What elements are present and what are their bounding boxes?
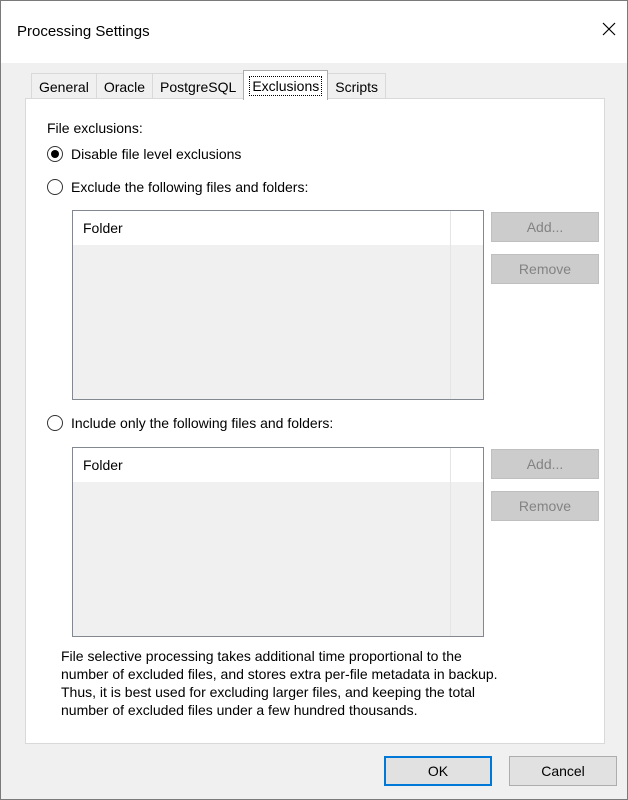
note-line: number of excluded files under a few hun… xyxy=(61,702,418,718)
exclude-add-button[interactable]: Add... xyxy=(491,212,599,242)
exclude-folder-list[interactable]: Folder xyxy=(72,210,484,400)
tab-label: PostgreSQL xyxy=(160,78,237,95)
ok-button[interactable]: OK xyxy=(384,756,492,786)
cancel-button[interactable]: Cancel xyxy=(509,756,617,786)
tab-strip: General Oracle PostgreSQL Exclusions Scr… xyxy=(31,70,387,100)
radio-label: Include only the following files and fol… xyxy=(71,415,334,431)
radio-disable-exclusions[interactable]: Disable file level exclusions xyxy=(47,146,241,162)
tab-postgresql[interactable]: PostgreSQL xyxy=(152,73,245,99)
radio-indicator xyxy=(47,179,63,195)
exclude-remove-button[interactable]: Remove xyxy=(491,254,599,284)
note-line: File selective processing takes addition… xyxy=(61,648,462,664)
tab-oracle[interactable]: Oracle xyxy=(95,73,154,99)
include-folder-list[interactable]: Folder xyxy=(72,447,484,637)
close-icon xyxy=(602,22,616,36)
include-add-button[interactable]: Add... xyxy=(491,449,599,479)
radio-exclude-files[interactable]: Exclude the following files and folders: xyxy=(47,179,308,195)
radio-indicator xyxy=(47,146,63,162)
note-line: number of excluded files, and stores ext… xyxy=(61,666,498,682)
folder-column-header[interactable]: Folder xyxy=(73,448,483,482)
note-line: Thus, it is best used for excluding larg… xyxy=(61,684,476,700)
column-divider xyxy=(450,211,451,399)
tab-label: Scripts xyxy=(335,78,379,95)
tab-exclusions[interactable]: Exclusions xyxy=(243,70,329,100)
title-bar: Processing Settings xyxy=(1,1,627,63)
column-divider xyxy=(450,448,451,636)
folder-column-label: Folder xyxy=(83,457,123,473)
include-remove-button[interactable]: Remove xyxy=(491,491,599,521)
tab-label: Exclusions xyxy=(249,75,323,96)
file-exclusions-label: File exclusions: xyxy=(47,120,143,136)
tab-general[interactable]: General xyxy=(31,73,97,99)
tab-scripts[interactable]: Scripts xyxy=(327,73,387,99)
performance-note: File selective processing takes addition… xyxy=(61,647,601,719)
radio-label: Disable file level exclusions xyxy=(71,146,242,162)
dialog-title: Processing Settings xyxy=(17,23,150,40)
radio-include-only[interactable]: Include only the following files and fol… xyxy=(47,415,333,431)
folder-column-label: Folder xyxy=(83,220,123,236)
radio-indicator xyxy=(47,415,63,431)
radio-label: Exclude the following files and folders: xyxy=(71,179,309,195)
folder-column-header[interactable]: Folder xyxy=(73,211,483,245)
close-button[interactable] xyxy=(595,15,623,43)
tab-label: Oracle xyxy=(103,78,146,95)
tab-label: General xyxy=(39,78,89,95)
processing-settings-dialog: Processing Settings General Oracle Postg… xyxy=(0,0,628,800)
